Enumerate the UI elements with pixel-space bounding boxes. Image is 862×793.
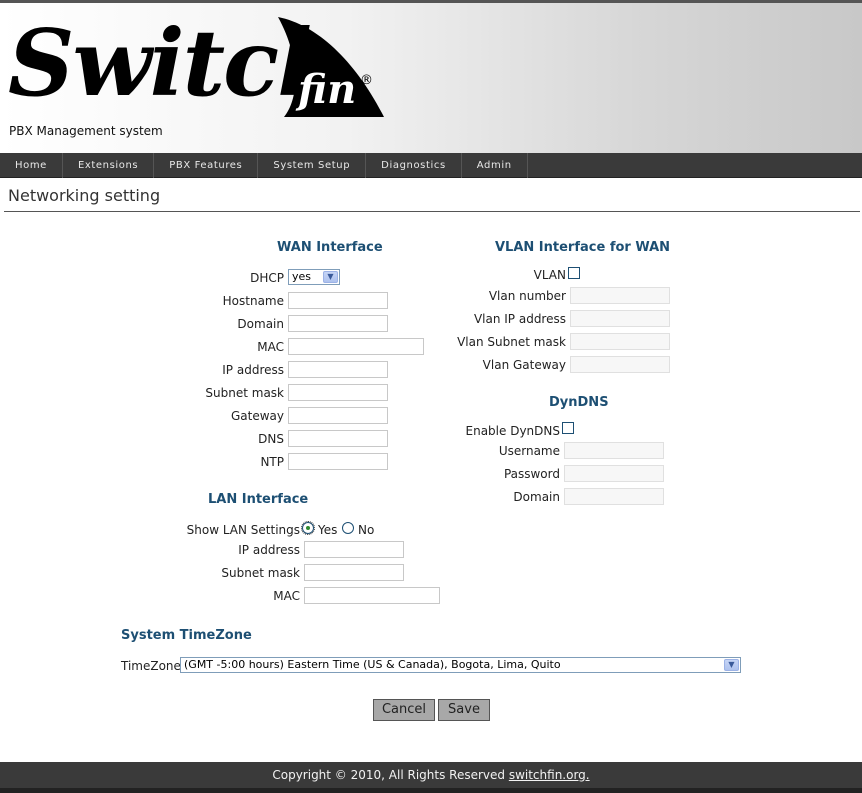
show-lan-settings-label: Show LAN Settings (186, 523, 300, 537)
dyndns-domain-input[interactable] (564, 488, 664, 505)
vlan-number-label: Vlan number (488, 289, 566, 303)
subnet-mask-input[interactable] (288, 384, 388, 401)
enable-dyndns-label: Enable DynDNS (465, 424, 560, 438)
show-lan-no-label: No (358, 523, 375, 537)
svg-text:fin: fin (295, 66, 356, 113)
dyndns-password-label: Password (503, 467, 560, 481)
hostname-input[interactable] (288, 292, 388, 309)
mac-label: MAC (257, 340, 284, 354)
domain-input[interactable] (288, 315, 388, 332)
dhcp-selected-value: yes (292, 270, 312, 283)
lan-subnet-mask-label: Subnet mask (221, 566, 300, 580)
hostname-label: Hostname (222, 294, 284, 308)
ip-address-input[interactable] (288, 361, 388, 378)
dhcp-label: DHCP (250, 271, 284, 285)
lan-mac-label: MAC (273, 589, 300, 603)
vlan-subnet-mask-input[interactable] (570, 333, 670, 350)
lan-ip-address-label: IP address (238, 543, 300, 557)
mac-input[interactable] (288, 338, 424, 355)
timezone-section-title: System TimeZone (121, 628, 252, 643)
dyndns-section-title: DynDNS (549, 395, 609, 410)
vlan-gateway-input[interactable] (570, 356, 670, 373)
ntp-label: NTP (260, 455, 284, 469)
dyndns-domain-label: Domain (513, 490, 560, 504)
vlan-ip-address-label: Vlan IP address (473, 312, 566, 326)
chevron-down-icon: ▼ (724, 659, 739, 671)
gateway-label: Gateway (230, 409, 284, 423)
nav-home[interactable]: Home (0, 153, 63, 178)
enable-dyndns-checkbox[interactable] (562, 422, 574, 434)
gateway-input[interactable] (288, 407, 388, 424)
title-divider (4, 211, 860, 212)
domain-label: Domain (237, 317, 284, 331)
page-title: Networking setting (8, 186, 161, 205)
tagline: PBX Management system (9, 124, 163, 138)
switchfin-link[interactable]: switchfin.org. (509, 768, 590, 782)
vlan-number-input[interactable] (570, 287, 670, 304)
lan-mac-input[interactable] (304, 587, 440, 604)
dns-label: DNS (258, 432, 284, 446)
show-lan-no-radio[interactable] (342, 522, 354, 534)
copyright-text: Copyright © 2010, All Rights Reserved (272, 768, 509, 782)
subnet-mask-label: Subnet mask (205, 386, 284, 400)
nav-pbx-features[interactable]: PBX Features (154, 153, 259, 178)
show-lan-yes-radio[interactable] (301, 521, 315, 535)
show-lan-yes-label: Yes (318, 523, 338, 537)
chevron-down-icon: ▼ (323, 271, 338, 283)
vlan-gateway-label: Vlan Gateway (482, 358, 566, 372)
cancel-button[interactable]: Cancel (373, 699, 435, 721)
fin-logo-icon: fin (278, 17, 384, 117)
lan-ip-address-input[interactable] (304, 541, 404, 558)
vlan-section-title: VLAN Interface for WAN (495, 240, 671, 255)
timezone-selected-value: (GMT -5:00 hours) Eastern Time (US & Can… (184, 658, 561, 671)
registered-mark: ® (360, 73, 373, 88)
vlan-subnet-mask-label: Vlan Subnet mask (457, 335, 566, 349)
nav-diagnostics[interactable]: Diagnostics (366, 153, 462, 178)
timezone-select[interactable]: (GMT -5:00 hours) Eastern Time (US & Can… (180, 657, 741, 673)
dns-input[interactable] (288, 430, 388, 447)
save-button[interactable]: Save (438, 699, 490, 721)
dyndns-username-label: Username (498, 444, 560, 458)
vlan-ip-address-input[interactable] (570, 310, 670, 327)
ntp-input[interactable] (288, 453, 388, 470)
nav-system-setup[interactable]: System Setup (258, 153, 367, 178)
timezone-label: TimeZone (121, 659, 181, 673)
main-nav: Home Extensions PBX Features System Setu… (0, 153, 862, 178)
vlan-checkbox[interactable] (568, 267, 580, 279)
footer: Copyright © 2010, All Rights Reserved sw… (0, 762, 862, 788)
ip-address-label: IP address (222, 363, 284, 377)
dyndns-username-input[interactable] (564, 442, 664, 459)
dhcp-select[interactable]: yes ▼ (288, 269, 340, 285)
nav-extensions[interactable]: Extensions (63, 153, 155, 178)
footer-bottom-border (0, 788, 862, 793)
wan-section-title: WAN Interface (277, 240, 383, 255)
dyndns-password-input[interactable] (564, 465, 664, 482)
lan-section-title: LAN Interface (208, 492, 309, 507)
nav-admin[interactable]: Admin (462, 153, 528, 178)
lan-subnet-mask-input[interactable] (304, 564, 404, 581)
vlan-label: VLAN (533, 268, 566, 282)
header-banner: Switch fin ® PBX Management system (0, 3, 862, 153)
